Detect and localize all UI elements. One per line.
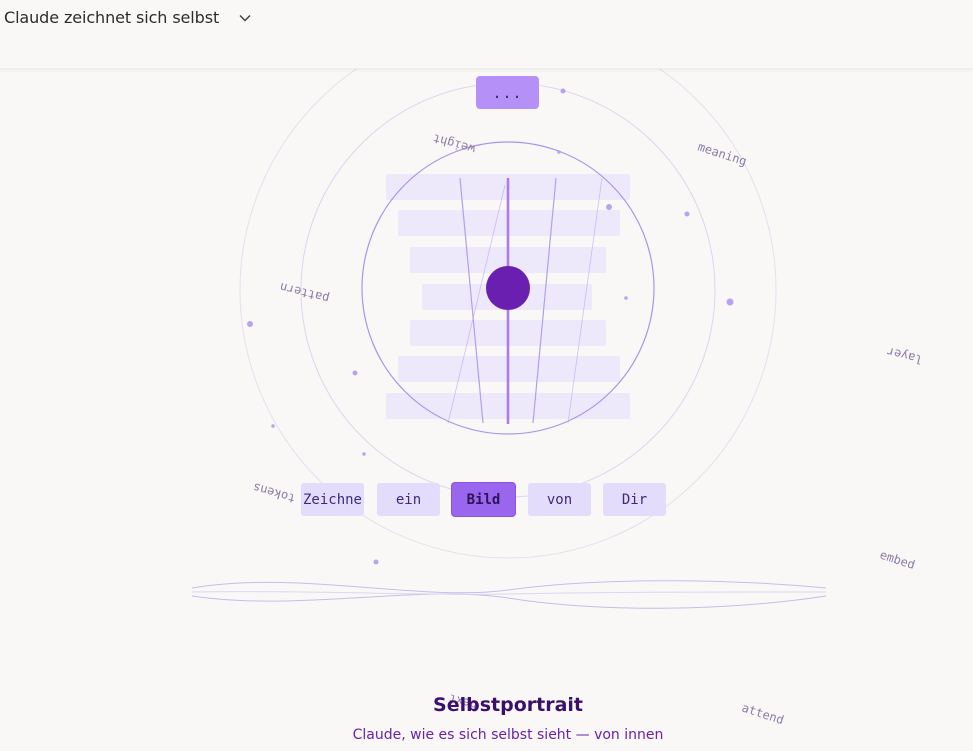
app-root: weight meaning pattern layer tokens embe…	[0, 0, 973, 751]
token-zeichne[interactable]: Zeichne	[301, 483, 364, 516]
wave-line	[191, 591, 827, 595]
particle	[624, 296, 628, 300]
particle	[362, 452, 366, 456]
token-ein[interactable]: ein	[377, 483, 440, 516]
token-bild[interactable]: Bild	[452, 483, 515, 516]
app-header: Claude zeichnet sich selbst	[0, 0, 973, 69]
token-dir[interactable]: Dir	[603, 483, 666, 516]
floating-word: embed	[878, 548, 917, 572]
ellipsis-button[interactable]: ...	[476, 76, 539, 109]
chevron-down-icon[interactable]	[237, 10, 253, 26]
particle	[373, 559, 379, 565]
wave-line	[191, 593, 827, 609]
particle	[684, 211, 690, 217]
floating-word: tokens	[251, 480, 297, 505]
page-title: Claude zeichnet sich selbst	[4, 8, 220, 27]
floating-word: layer	[885, 344, 923, 366]
waves	[191, 580, 827, 609]
particle	[247, 321, 253, 327]
floating-word: pattern	[278, 280, 330, 306]
particle	[557, 150, 561, 154]
token-von[interactable]: von	[528, 483, 591, 516]
particle	[606, 204, 612, 210]
particle	[352, 370, 358, 376]
floating-word: meaning	[696, 140, 748, 169]
core-node	[486, 266, 530, 310]
particle	[726, 298, 734, 306]
self-portrait-scene: weight meaning pattern layer tokens embe…	[191, 21, 924, 727]
particle	[560, 88, 566, 94]
caption-subtitle: Claude, wie es sich selbst sieht — von i…	[352, 727, 664, 743]
caption-title: Selbstportrait	[433, 694, 583, 716]
wave-line	[191, 580, 827, 594]
title-menu[interactable]: Claude zeichnet sich selbst	[4, 8, 253, 27]
particle	[271, 424, 275, 428]
